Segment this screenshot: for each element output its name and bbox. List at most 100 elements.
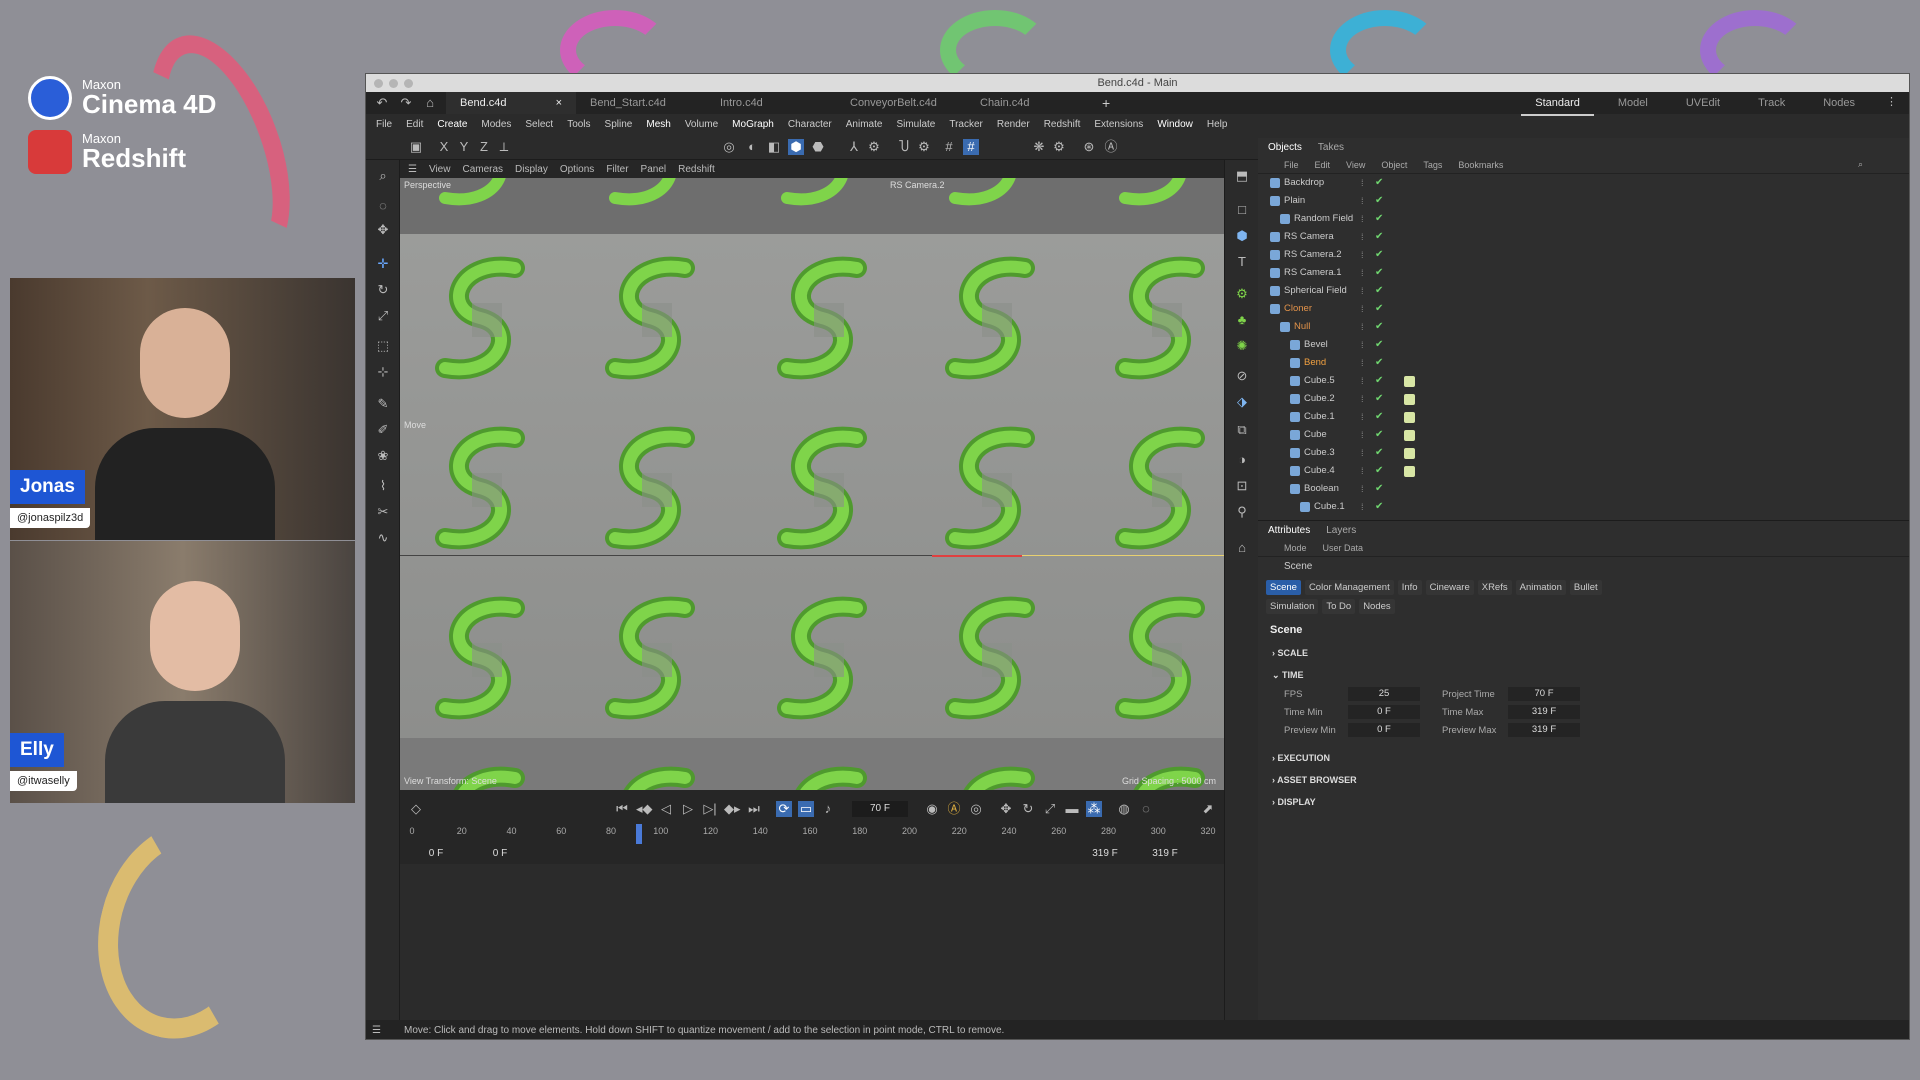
chip-info[interactable]: Info [1397, 580, 1422, 595]
preview-max-field[interactable]: 319 F [1508, 723, 1580, 737]
deformer-icon[interactable]: ⬗ [1234, 394, 1250, 410]
visibility-dots[interactable]: ⁞ [1361, 318, 1364, 336]
tab-conveyorbelt[interactable]: ConveyorBelt.c4d [836, 92, 966, 114]
menu-extensions[interactable]: Extensions [1094, 119, 1143, 130]
scale-key-icon[interactable]: ⤢ [1042, 801, 1058, 817]
objects-panel-icon[interactable]: ⬒ [1234, 168, 1250, 184]
object-row[interactable]: Cube.1 ⁞ ✔ [1258, 498, 1909, 516]
play-icon[interactable]: ▷ [680, 801, 696, 817]
enabled-check-icon[interactable]: ✔ [1375, 264, 1383, 282]
object-mode-icon[interactable]: ⬣ [810, 139, 826, 155]
model-mode-icon[interactable]: ⬢ [788, 139, 804, 155]
object-row[interactable]: Cube.3 ⁞ ✔ [1258, 444, 1909, 462]
menu-edit[interactable]: Edit [406, 119, 423, 130]
cloner-icon[interactable]: ♣ [1234, 312, 1250, 328]
python-icon[interactable]: ⌂ [1234, 540, 1250, 556]
visibility-dots[interactable]: ⁞ [1361, 336, 1364, 354]
viewport-hamburger-icon[interactable]: ☰ [408, 164, 417, 175]
object-row[interactable]: Cloner ⁞ ✔ [1258, 300, 1909, 318]
dynamics-settings-icon[interactable]: ⚙ [1051, 139, 1067, 155]
section-execution[interactable]: › EXECUTION [1258, 747, 1909, 769]
objmgr-search-icon[interactable]: ⌕ [1858, 159, 1863, 170]
viewport-menu-panel[interactable]: Panel [641, 164, 667, 175]
material-tag-icon[interactable] [1404, 394, 1415, 405]
world-axis-icon[interactable]: ⟂ [496, 139, 512, 155]
visibility-dots[interactable]: ⁞ [1361, 174, 1364, 192]
preview-range-icon[interactable]: ▭ [798, 801, 814, 817]
generator-icon[interactable]: ⚙ [1234, 286, 1250, 302]
menu-help[interactable]: Help [1207, 119, 1228, 130]
section-time[interactable]: ⌄ TIME [1258, 664, 1909, 687]
record-icon[interactable]: ◉ [924, 801, 940, 817]
points-mode-icon[interactable]: ◎ [721, 139, 737, 155]
fps-field[interactable]: 25 [1348, 687, 1420, 701]
axis-x-icon[interactable]: X [436, 139, 452, 155]
viewport-menu-view[interactable]: View [429, 164, 451, 175]
visibility-dots[interactable]: ⁞ [1361, 192, 1364, 210]
visibility-dots[interactable]: ⁞ [1361, 372, 1364, 390]
object-row[interactable]: Cube.5 ⁞ ✔ [1258, 372, 1909, 390]
menu-create[interactable]: Create [437, 119, 467, 130]
viewport-menu-redshift[interactable]: Redshift [678, 164, 715, 175]
objmenu-file[interactable]: File [1284, 160, 1299, 170]
menu-file[interactable]: File [376, 119, 392, 130]
field-icon[interactable]: ⊘ [1234, 368, 1250, 384]
visibility-dots[interactable]: ⁞ [1361, 264, 1364, 282]
live-select-icon[interactable]: ✥ [375, 222, 391, 238]
camera-icon[interactable]: ⊡ [1234, 478, 1250, 494]
enabled-check-icon[interactable]: ✔ [1375, 408, 1383, 426]
tab-bend[interactable]: Bend.c4d × [446, 92, 576, 114]
brush-icon[interactable]: ✐ [375, 422, 391, 438]
menu-character[interactable]: Character [788, 119, 832, 130]
tab-layers[interactable]: Layers [1326, 525, 1356, 536]
more-icon[interactable]: ⋮ [1886, 95, 1897, 108]
chip-to-do[interactable]: To Do [1322, 599, 1356, 614]
object-row[interactable]: Spherical Field ⁞ ✔ [1258, 282, 1909, 300]
visibility-dots[interactable]: ⁞ [1361, 210, 1364, 228]
object-row[interactable]: RS Camera.2 ⁞ ✔ [1258, 246, 1909, 264]
bend-handle[interactable] [1022, 555, 1224, 556]
text-icon[interactable]: T [1234, 254, 1250, 270]
edges-mode-icon[interactable]: ◐ [744, 139, 760, 155]
object-row[interactable]: Null ⁞ ✔ [1258, 318, 1909, 336]
layout-uvedit[interactable]: UVEdit [1672, 92, 1734, 116]
axis-z-icon[interactable]: Z [476, 139, 492, 155]
object-row[interactable]: Cube.4 ⁞ ✔ [1258, 462, 1909, 480]
rectangle-icon[interactable]: □ [1234, 202, 1250, 218]
material-tag-icon[interactable] [1404, 430, 1415, 441]
solo-icon[interactable]: ⊛ [1081, 139, 1097, 155]
timeline-window-icon[interactable]: ⬈ [1200, 801, 1216, 817]
magnet-tool-icon[interactable]: ∿ [375, 530, 391, 546]
object-row[interactable]: Cube.2 ⁞ ✔ [1258, 390, 1909, 408]
close-dot[interactable] [374, 79, 383, 88]
layout-nodes[interactable]: Nodes [1809, 92, 1869, 116]
objmenu-tags[interactable]: Tags [1423, 160, 1442, 170]
enabled-check-icon[interactable]: ✔ [1375, 498, 1383, 516]
effector-icon[interactable]: ✺ [1234, 338, 1250, 354]
menu-window[interactable]: Window [1157, 119, 1193, 130]
section-scale[interactable]: › SCALE [1258, 642, 1909, 664]
enabled-check-icon[interactable]: ✔ [1375, 174, 1383, 192]
visibility-dots[interactable]: ⁞ [1361, 462, 1364, 480]
loop-icon[interactable]: ⟳ [776, 801, 792, 817]
knife-icon[interactable]: ✂ [375, 504, 391, 520]
layout-track[interactable]: Track [1744, 92, 1799, 116]
menu-animate[interactable]: Animate [846, 119, 883, 130]
menu-volume[interactable]: Volume [685, 119, 718, 130]
visibility-dots[interactable]: ⁞ [1361, 498, 1364, 516]
zoom-dot[interactable] [404, 79, 413, 88]
dynamics-icon[interactable]: ❋ [1031, 139, 1047, 155]
enabled-check-icon[interactable]: ✔ [1375, 426, 1383, 444]
visibility-dots[interactable]: ⁞ [1361, 426, 1364, 444]
tag-icon[interactable]: ⚲ [1234, 504, 1250, 520]
polygons-mode-icon[interactable]: ◧ [766, 139, 782, 155]
time-min-field[interactable]: 0 F [1348, 705, 1420, 719]
timeline-ruler[interactable]: 0 20 40 60 80 100 120 140 160 180 200 220 240 260 280 3… [409, 826, 1215, 840]
redo-icon[interactable]: ↷ [398, 95, 414, 111]
pla-key-icon[interactable]: ⁂ [1086, 801, 1102, 817]
enabled-check-icon[interactable]: ✔ [1375, 462, 1383, 480]
enabled-check-icon[interactable]: ✔ [1375, 228, 1383, 246]
enabled-check-icon[interactable]: ✔ [1375, 372, 1383, 390]
magnet-icon[interactable]: Ⴎ [896, 139, 912, 155]
preview-min-field[interactable]: 0 F [1348, 723, 1420, 737]
